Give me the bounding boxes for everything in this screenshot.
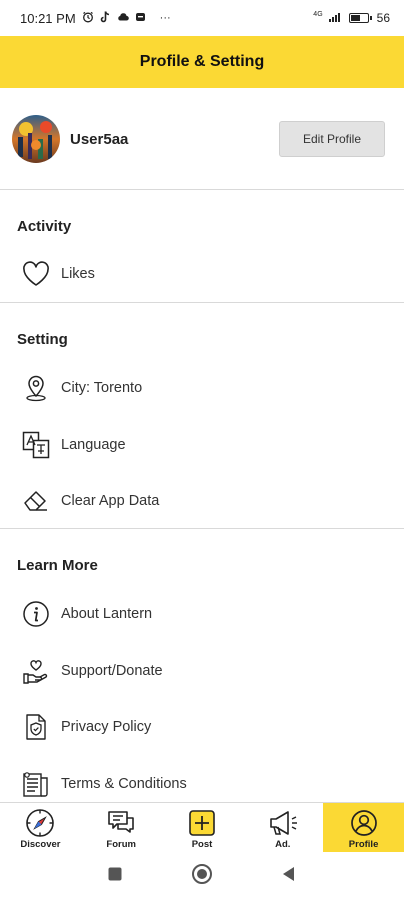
app-header: Profile & Setting bbox=[0, 36, 404, 88]
document-list-icon bbox=[22, 770, 50, 798]
signal-icon bbox=[328, 11, 343, 25]
section-title-setting: Setting bbox=[17, 331, 68, 348]
menu-item-support-donate[interactable]: Support/Donate bbox=[0, 647, 404, 695]
nav-item-discover[interactable]: Discover bbox=[0, 803, 81, 852]
menu-label: City: Torento bbox=[61, 380, 143, 396]
info-icon bbox=[22, 600, 50, 628]
nav-item-forum[interactable]: Forum bbox=[81, 803, 162, 852]
megaphone-icon bbox=[267, 808, 299, 838]
heart-icon bbox=[22, 260, 50, 288]
chat-bubbles-icon bbox=[105, 808, 137, 838]
battery-level bbox=[350, 15, 360, 21]
section-title-learn-more: Learn More bbox=[17, 557, 98, 574]
menu-item-clear-app-data[interactable]: Clear App Data bbox=[0, 477, 404, 525]
avatar[interactable] bbox=[12, 115, 60, 163]
alarm-icon bbox=[82, 11, 94, 26]
menu-item-city[interactable]: City: Torento bbox=[0, 364, 404, 412]
tiktok-icon bbox=[100, 10, 111, 26]
user-circle-icon bbox=[348, 808, 380, 838]
menu-label: Likes bbox=[61, 266, 95, 282]
nav-item-ad[interactable]: Ad. bbox=[242, 803, 323, 852]
menu-label: Terms & Conditions bbox=[61, 776, 187, 792]
nav-label: Post bbox=[191, 839, 213, 850]
battery-percent: 56 bbox=[376, 11, 390, 25]
donate-hand-heart-icon bbox=[22, 657, 50, 685]
divider bbox=[0, 528, 404, 529]
menu-item-language[interactable]: Language bbox=[0, 421, 404, 469]
cast-icon bbox=[135, 12, 146, 25]
shield-document-icon bbox=[22, 713, 50, 741]
nav-label: Ad. bbox=[275, 839, 291, 850]
eraser-icon bbox=[22, 487, 50, 515]
menu-label: Support/Donate bbox=[61, 663, 163, 679]
more-icon: ··· bbox=[159, 11, 171, 24]
bottom-nav: Discover Forum Post Ad. Profile bbox=[0, 802, 404, 852]
menu-item-likes[interactable]: Likes bbox=[0, 250, 404, 298]
status-right: 4G 56 bbox=[313, 10, 390, 26]
translate-icon bbox=[22, 431, 50, 459]
menu-label: Privacy Policy bbox=[61, 719, 152, 735]
menu-label: About Lantern bbox=[61, 606, 153, 622]
status-bar: 10:21 PM ··· 4G 56 bbox=[0, 0, 404, 36]
cloud-icon bbox=[117, 12, 129, 24]
page-title: Profile & Setting bbox=[139, 53, 265, 70]
recents-button-icon[interactable] bbox=[107, 866, 123, 887]
back-button-icon[interactable] bbox=[281, 865, 297, 888]
menu-item-privacy-policy[interactable]: Privacy Policy bbox=[0, 703, 404, 751]
location-pin-icon bbox=[22, 374, 50, 402]
menu-item-terms[interactable]: Terms & Conditions bbox=[0, 760, 404, 808]
nav-label: Discover bbox=[20, 839, 61, 850]
divider bbox=[0, 189, 404, 190]
divider bbox=[0, 302, 404, 303]
edit-profile-button[interactable]: Edit Profile bbox=[279, 121, 385, 157]
network-label: 4G bbox=[313, 10, 323, 18]
menu-label: Clear App Data bbox=[61, 493, 160, 509]
section-title-activity: Activity bbox=[17, 218, 72, 235]
home-button-icon[interactable] bbox=[191, 863, 213, 890]
nav-item-profile[interactable]: Profile bbox=[323, 803, 404, 852]
nav-label: Forum bbox=[106, 839, 136, 850]
plus-square-icon bbox=[186, 808, 218, 838]
system-nav-bar bbox=[0, 852, 404, 900]
status-time: 10:21 PM bbox=[20, 10, 76, 26]
menu-item-about[interactable]: About Lantern bbox=[0, 590, 404, 638]
profile-row: User5aa Edit Profile bbox=[0, 108, 404, 170]
username: User5aa bbox=[70, 130, 129, 148]
nav-label: Profile bbox=[348, 839, 379, 850]
menu-label: Language bbox=[61, 437, 126, 453]
status-left: 10:21 PM ··· bbox=[20, 11, 171, 26]
battery-icon bbox=[348, 13, 372, 23]
compass-icon bbox=[24, 808, 56, 838]
nav-item-post[interactable]: Post bbox=[162, 803, 243, 852]
